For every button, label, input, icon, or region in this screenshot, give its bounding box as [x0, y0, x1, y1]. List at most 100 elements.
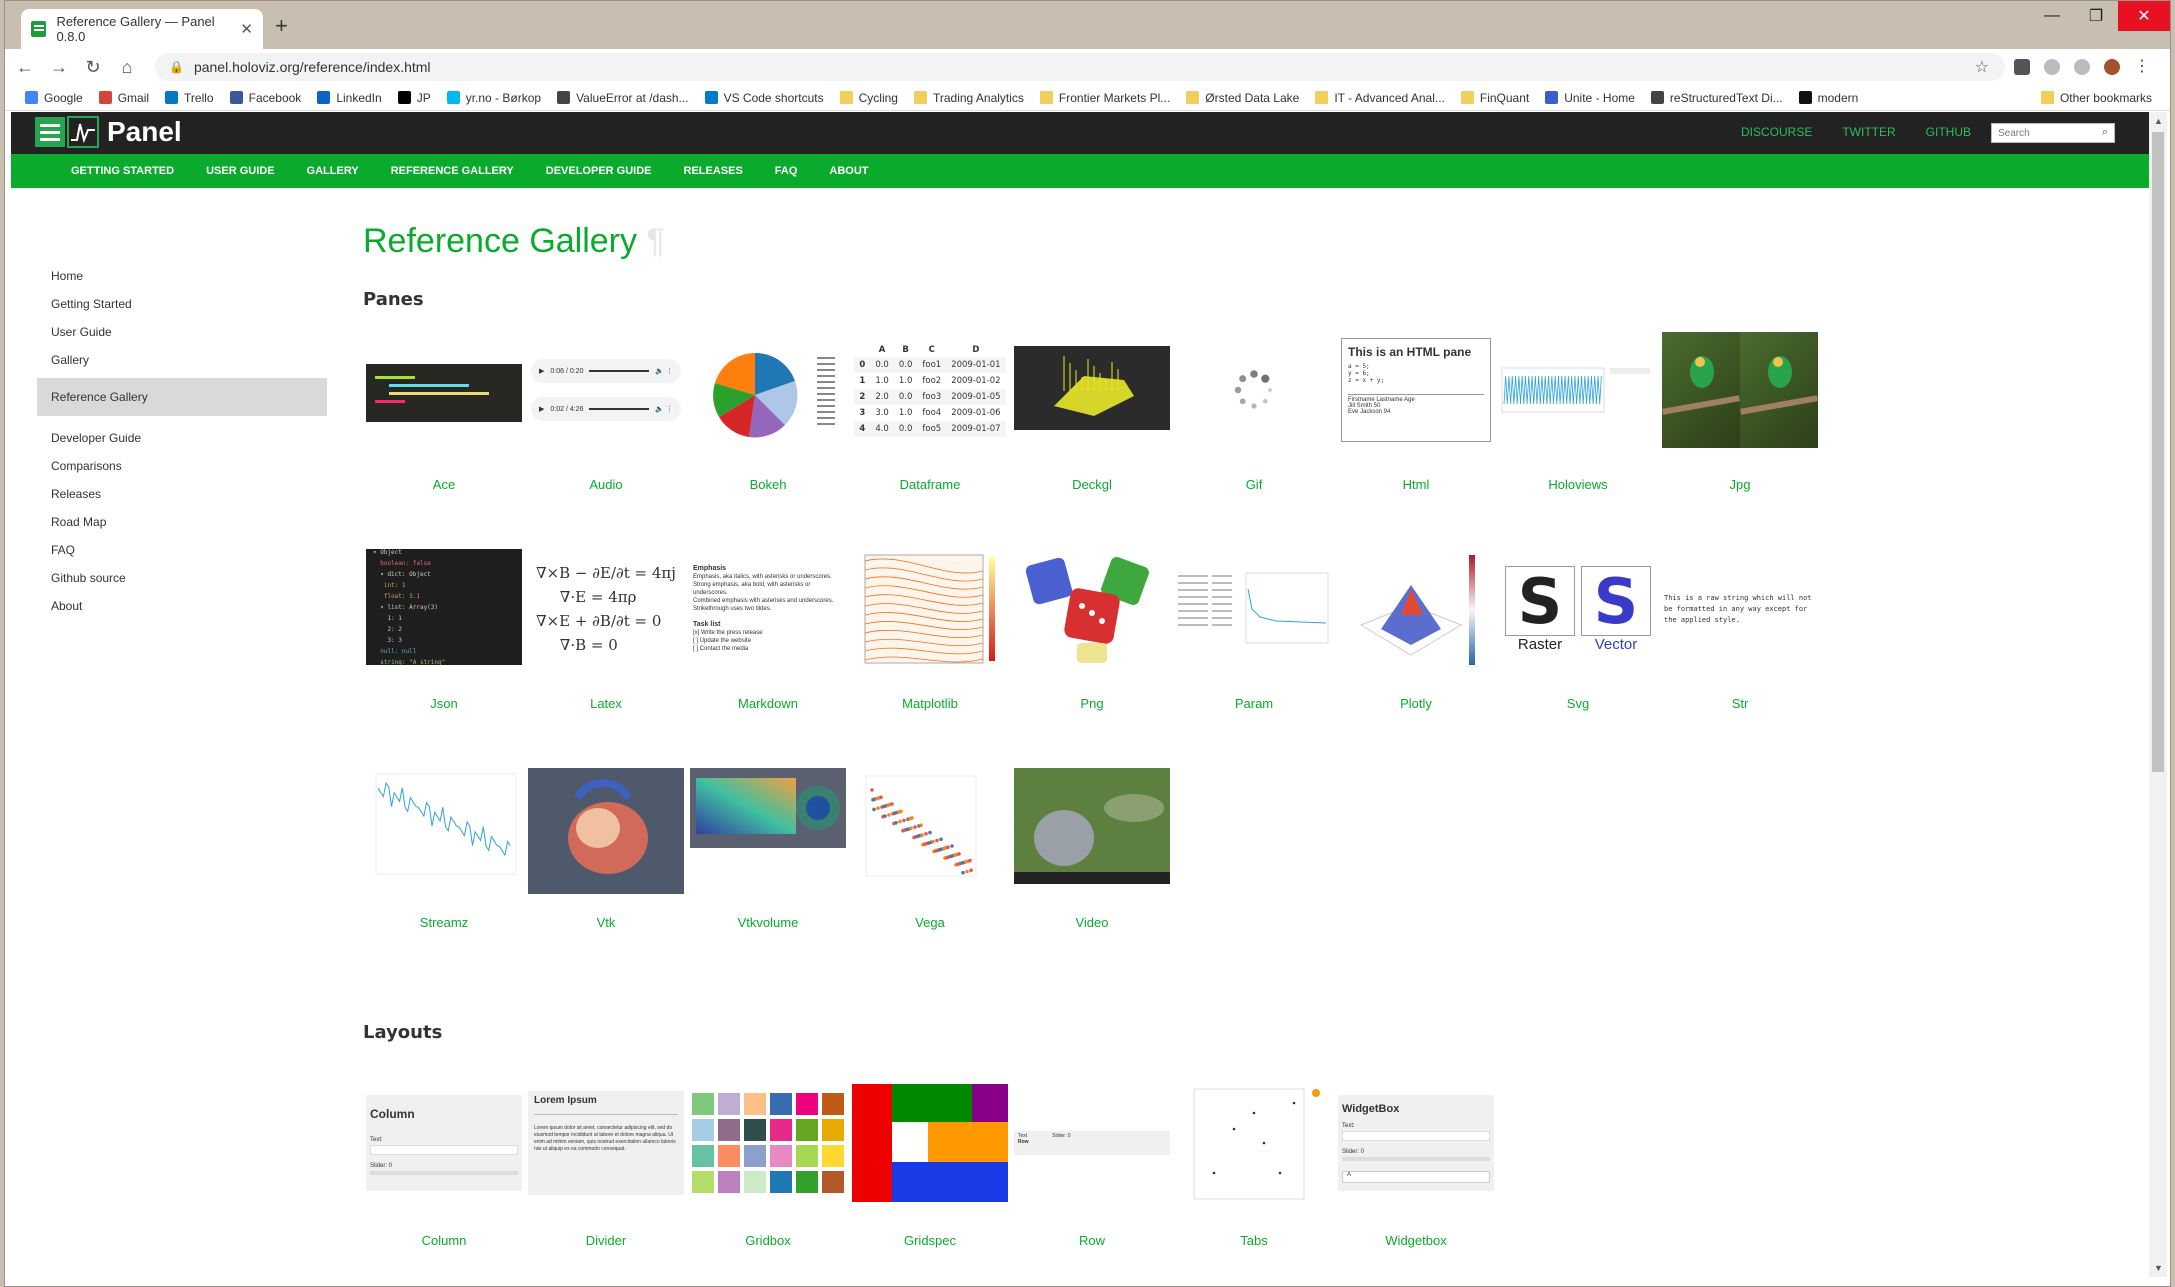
vtkvolume-thumbnail[interactable] [690, 768, 846, 848]
bookmark-item[interactable]: Frontier Markets Pl... [1039, 91, 1170, 105]
forward-button[interactable]: → [45, 57, 73, 78]
gallery-card-matplotlib[interactable]: Matplotlib [849, 549, 1011, 711]
audio-thumbnail[interactable]: ▶ 0:06 / 0:20 🔈 ⋮ ▶ 0:02 / 4:26 🔈 ⋮ [528, 330, 684, 450]
gallery-card-divider[interactable]: Lorem Ipsum Lorem ipsum dolor sit amet, c… [525, 1083, 687, 1248]
sidebar-item-faq[interactable]: FAQ [37, 536, 327, 564]
html-thumbnail[interactable]: This is an HTML pane a = 5; y = 6; z = x + … [1338, 330, 1494, 450]
scroll-up-icon[interactable]: ▲ [2154, 116, 2163, 126]
plotly-thumbnail[interactable]: Plotly 3D Plot [1338, 549, 1494, 669]
widgetbox-thumbnail[interactable]: WidgetBox Text: Slider: 0A [1338, 1083, 1494, 1203]
gallery-card-ace[interactable]: Ace [363, 330, 525, 492]
gallery-label-holoviews[interactable]: Holoviews [1497, 477, 1659, 492]
gallery-label-markdown[interactable]: Markdown [687, 696, 849, 711]
extension-icon[interactable] [2074, 59, 2090, 75]
nav-item-developer-guide[interactable]: DEVELOPER GUIDE [546, 165, 652, 177]
discourse-link[interactable]: DISCOURSE [1741, 125, 1812, 139]
address-bar[interactable]: 🔒 panel.holoviz.org/reference/index.html… [155, 53, 2005, 81]
gallery-label-str[interactable]: Str [1659, 696, 1821, 711]
gallery-label-png[interactable]: Png [1011, 696, 1173, 711]
gallery-card-latex[interactable]: ∇×B − ∂E/∂t = 4πj ∇·E = 4πρ ∇×E + ∂B/∂t =… [525, 549, 687, 711]
gallery-card-png[interactable]: Png [1011, 549, 1173, 711]
gallery-card-holoviews[interactable]: Holoviews [1497, 330, 1659, 492]
jpg-thumbnail[interactable] [1662, 330, 1818, 450]
sidebar-item-about[interactable]: About [37, 592, 327, 620]
gallery-label-vtkvolume[interactable]: Vtkvolume [687, 915, 849, 930]
bookmark-item[interactable]: Gmail [98, 91, 149, 105]
bookmark-item[interactable]: modern [1798, 91, 1858, 105]
panel-logo[interactable]: Panel [35, 116, 182, 148]
other-bookmarks[interactable]: Other bookmarks [2040, 91, 2152, 105]
column-thumbnail[interactable]: Column Text: Slider: 0 [366, 1083, 522, 1203]
maximize-button[interactable]: ❐ [2074, 1, 2118, 31]
str-thumbnail[interactable]: This is a raw string which will not be f… [1662, 549, 1818, 669]
twitter-link[interactable]: TWITTER [1842, 125, 1895, 139]
nav-item-gallery[interactable]: GALLERY [307, 165, 359, 177]
gallery-label-json[interactable]: Json [363, 696, 525, 711]
gallery-label-latex[interactable]: Latex [525, 696, 687, 711]
gallery-card-json[interactable]: ▾ Object boolean: false ▾ dict: Object i… [363, 549, 525, 711]
gridspec-thumbnail[interactable] [852, 1083, 1008, 1203]
dataframe-thumbnail[interactable]: A B C D 0 0.0 0.0 foo1 2009-01-01 1 1.0 1.0 foo2 2009… [852, 330, 1008, 450]
gallery-card-widgetbox[interactable]: WidgetBox Text: Slider: 0 A Widgetbox [1335, 1083, 1497, 1248]
vtk-thumbnail[interactable] [528, 768, 684, 894]
gallery-card-audio[interactable]: ▶ 0:06 / 0:20 🔈 ⋮ ▶ 0:02 / 4:26 🔈 ⋮ Audio [525, 330, 687, 492]
gallery-card-tabs[interactable]: Scatter✕Line✕Square✕ Tabs [1173, 1083, 1335, 1248]
gallery-card-param[interactable]: Param [1173, 549, 1335, 711]
home-button[interactable]: ⌂ [113, 57, 141, 78]
gallery-label-matplotlib[interactable]: Matplotlib [849, 696, 1011, 711]
nav-item-user-guide[interactable]: USER GUIDE [206, 165, 274, 177]
gallery-card-gridbox[interactable]: Gridbox [687, 1083, 849, 1248]
sidebar-item-home[interactable]: Home [37, 262, 327, 290]
nav-item-releases[interactable]: RELEASES [684, 165, 743, 177]
minimize-button[interactable]: — [2030, 1, 2074, 31]
gallery-card-video[interactable]: Video [1011, 768, 1173, 930]
gallery-label-gridbox[interactable]: Gridbox [687, 1233, 849, 1248]
gallery-card-svg[interactable]: S Raster S Vector Svg [1497, 549, 1659, 711]
tab-close-icon[interactable]: ✕ [240, 20, 253, 38]
extension-icon[interactable] [2044, 59, 2060, 75]
menu-icon[interactable]: ⋮ [2134, 59, 2150, 75]
bookmark-item[interactable]: Ørsted Data Lake [1186, 91, 1299, 105]
latex-thumbnail[interactable]: ∇×B − ∂E/∂t = 4πj ∇·E = 4πρ ∇×E + ∂B/∂t =… [528, 549, 684, 669]
sidebar-item-comparisons[interactable]: Comparisons [37, 452, 327, 480]
extension-icon[interactable] [2014, 59, 2030, 75]
gridbox-thumbnail[interactable] [690, 1083, 846, 1203]
gallery-label-streamz[interactable]: Streamz [363, 915, 525, 930]
svg-thumbnail[interactable]: S Raster S Vector [1500, 549, 1656, 669]
bookmark-item[interactable]: Facebook [229, 91, 301, 105]
scrollbar-thumb[interactable] [2152, 132, 2164, 772]
gallery-card-markdown[interactable]: Emphasis Emphasis, aka italics, with aste… [687, 549, 849, 711]
gallery-card-html[interactable]: This is an HTML pane a = 5; y = 6; z = x + … [1335, 330, 1497, 492]
divider-thumbnail[interactable]: Lorem Ipsum Lorem ipsum dolor sit amet, c… [528, 1083, 684, 1203]
gallery-label-widgetbox[interactable]: Widgetbox [1335, 1233, 1497, 1248]
gallery-card-jpg[interactable]: Jpg [1659, 330, 1821, 492]
gallery-label-bokeh[interactable]: Bokeh [687, 477, 849, 492]
scrollbar[interactable]: ▲ ▼ [2149, 112, 2167, 1277]
gallery-label-column[interactable]: Column [363, 1233, 525, 1248]
gallery-card-vtkvolume[interactable]: Vtkvolume [687, 768, 849, 930]
gallery-label-param[interactable]: Param [1173, 696, 1335, 711]
gallery-card-vega[interactable]: Vega [849, 768, 1011, 930]
gallery-label-dataframe[interactable]: Dataframe [849, 477, 1011, 492]
gallery-label-html[interactable]: Html [1335, 477, 1497, 492]
png-thumbnail[interactable] [1014, 549, 1170, 669]
nav-item-faq[interactable]: FAQ [775, 165, 798, 177]
bookmark-item[interactable]: reStructuredText Di... [1650, 91, 1783, 105]
markdown-thumbnail[interactable]: Emphasis Emphasis, aka italics, with aste… [690, 549, 846, 669]
sidebar-item-developer-guide[interactable]: Developer Guide [37, 424, 327, 452]
github-link[interactable]: GITHUB [1926, 125, 1971, 139]
vega-thumbnail[interactable] [852, 768, 1008, 888]
bookmark-item[interactable]: yr.no - Børkop [446, 91, 541, 105]
sidebar-item-gallery[interactable]: Gallery [37, 346, 327, 374]
holoviews-thumbnail[interactable] [1500, 330, 1656, 450]
gallery-card-streamz[interactable]: Streamz [363, 768, 525, 930]
bookmark-item[interactable]: VS Code shortcuts [704, 91, 824, 105]
gallery-card-vtk[interactable]: Vtk [525, 768, 687, 930]
matplotlib-thumbnail[interactable] [852, 549, 1008, 669]
nav-item-reference-gallery[interactable]: REFERENCE GALLERY [391, 165, 514, 177]
gallery-label-divider[interactable]: Divider [525, 1233, 687, 1248]
gallery-card-gridspec[interactable]: Gridspec [849, 1083, 1011, 1248]
new-tab-button[interactable]: + [275, 13, 288, 39]
permalink-icon[interactable]: ¶ [646, 222, 664, 260]
gallery-card-deckgl[interactable]: Deckgl [1011, 330, 1173, 492]
